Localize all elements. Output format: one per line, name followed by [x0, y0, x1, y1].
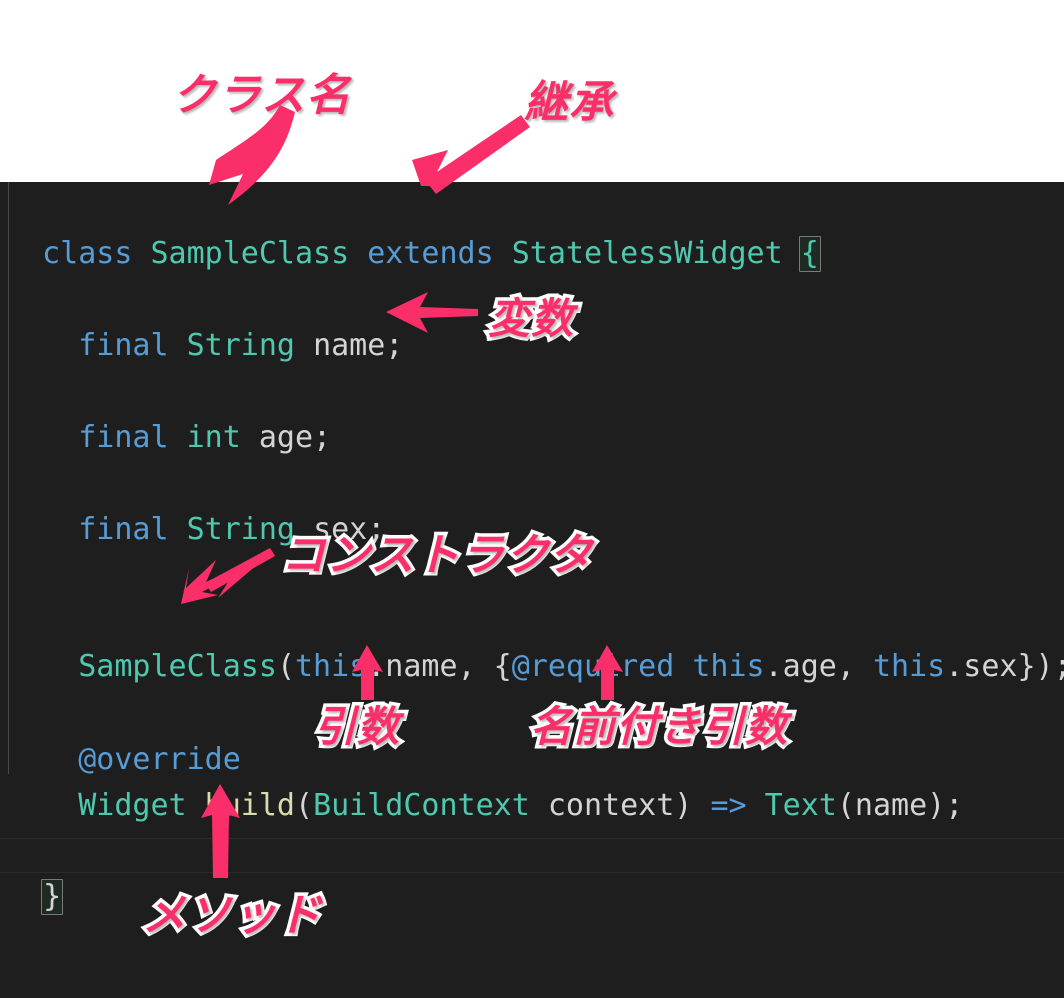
code-line-field-age[interactable]: final int age;: [6, 384, 331, 456]
token-type-buildcontext: BuildContext: [313, 788, 530, 823]
token-type-text: Text: [764, 788, 837, 823]
token-keyword-extends: extends: [367, 236, 494, 271]
token-type-sampleclass: SampleClass: [150, 236, 350, 271]
token-annotation-required: @required: [511, 649, 675, 684]
token-identifier-name: name;: [313, 328, 404, 363]
annotation-label-constructor: コンストラクタ: [277, 527, 595, 585]
token-paren-open: (: [295, 788, 314, 823]
token-close-brace-highlight: }: [41, 879, 64, 915]
annotation-label-method: メソッド: [139, 887, 325, 945]
token-type-widget: Widget: [78, 788, 187, 823]
editor-rule: [0, 872, 1064, 873]
token-type-sampleclass: SampleClass: [78, 649, 277, 684]
token-keyword-this: this: [692, 649, 765, 684]
token-call-name: (name);: [836, 788, 964, 823]
token-arrow-operator: =>: [710, 788, 747, 823]
code-line-class-declaration[interactable]: class SampleClass extends StatelessWidge…: [6, 200, 821, 272]
token-param-context: context): [529, 788, 711, 823]
token-keyword-class: class: [42, 236, 133, 271]
token-keyword-final: final: [78, 328, 169, 363]
token-type-string: String: [186, 512, 295, 547]
annotation-label-variable: 変数: [484, 291, 576, 347]
token-type-int: int: [186, 420, 241, 455]
token-keyword-final: final: [78, 512, 169, 547]
token-paren-open: (: [276, 649, 295, 684]
annotation-label-inheritance: 継承: [521, 74, 617, 132]
token-keyword-this: this: [295, 649, 368, 684]
token-identifier-age: age;: [258, 420, 332, 455]
code-line-field-name[interactable]: final String name;: [6, 292, 403, 364]
editor-rule: [0, 838, 1064, 839]
token-type-string: String: [186, 328, 295, 363]
token-param-name: .name, {: [367, 649, 512, 684]
token-function-build: build: [204, 788, 295, 823]
code-line-constructor[interactable]: SampleClass(this.name, {@required this.a…: [6, 613, 1064, 685]
token-keyword-final: final: [78, 420, 169, 455]
annotation-label-class-name: クラス名: [168, 67, 353, 125]
token-keyword-this: this: [873, 649, 946, 684]
annotation-label-named-argument: 名前付き引数: [526, 699, 790, 755]
code-line-closing-brace[interactable]: }: [7, 843, 64, 915]
token-param-age: .age,: [764, 649, 873, 684]
token-param-sex: .sex});: [945, 649, 1064, 684]
code-line-build-method[interactable]: Widget build(BuildContext context) => Te…: [6, 752, 963, 824]
token-open-brace-highlight: {: [798, 236, 821, 272]
token-type-statelesswidget: StatelessWidget: [511, 236, 783, 271]
annotation-label-argument: 引数: [310, 699, 402, 755]
